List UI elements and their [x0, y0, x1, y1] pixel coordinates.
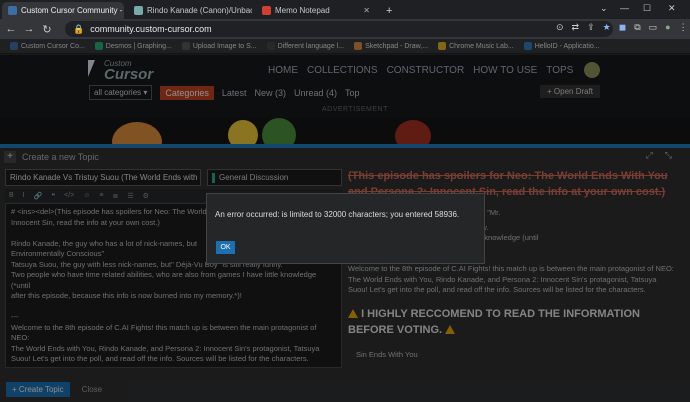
tab-favicon — [262, 6, 271, 15]
tab-favicon — [134, 6, 143, 15]
tab-custom-cursor[interactable]: Custom Cursor Community - Cr ✕ — [2, 2, 124, 19]
puzzle-icon[interactable]: ⧉ — [634, 22, 640, 33]
menu-icon[interactable]: ⋮ — [679, 22, 688, 33]
maximize-icon[interactable]: ☐ — [643, 3, 651, 14]
site-info-icon[interactable]: 🔒 — [73, 24, 84, 35]
tab-title: Rindo Kanade (Canon)/Unback — [147, 6, 252, 15]
minimize-icon[interactable]: — — [620, 3, 629, 13]
new-tab-button[interactable]: + — [380, 2, 396, 19]
extension-icon[interactable]: ◼ — [619, 22, 626, 33]
tab-favicon — [8, 6, 17, 15]
tab-title: Custom Cursor Community - Cr — [21, 6, 124, 15]
bookmark-star-icon[interactable]: ★ — [603, 22, 611, 33]
window-close-icon[interactable]: ✕ — [668, 3, 676, 14]
browser-toolbar: ← → ↻ 🔒 community.custom-cursor.com ⊙ ⇄ … — [0, 19, 690, 39]
close-tab-icon[interactable]: ✕ — [363, 6, 370, 15]
translate-icon[interactable]: ⇄ — [572, 22, 580, 33]
ok-button[interactable]: OK — [216, 241, 235, 254]
error-message: An error occurred: is limited to 32000 c… — [215, 210, 460, 219]
forward-icon[interactable]: → — [22, 23, 36, 35]
browser-tab-strip: Custom Cursor Community - Cr ✕ Rindo Kan… — [0, 0, 690, 19]
back-icon[interactable]: ← — [4, 23, 18, 35]
google-lens-icon[interactable]: ⊙ — [556, 22, 564, 33]
share-icon[interactable]: ⇪ — [587, 22, 595, 33]
tab-search-icon[interactable]: ⌄ — [600, 3, 608, 14]
url-text: community.custom-cursor.com — [90, 24, 212, 34]
tab-title: Memo Notepad — [275, 6, 330, 15]
reload-icon[interactable]: ↻ — [40, 23, 54, 36]
error-dialog: An error occurred: is limited to 32000 c… — [206, 193, 485, 264]
sidepanel-icon[interactable]: ▭ — [649, 22, 658, 33]
address-bar[interactable]: 🔒 community.custom-cursor.com — [65, 21, 613, 37]
profile-icon[interactable]: ● — [665, 22, 670, 33]
tab-rindo-kanade[interactable]: Rindo Kanade (Canon)/Unback ✕ — [128, 2, 252, 19]
toolbar-icons: ⊙ ⇄ ⇪ ★ ◼ ⧉ ▭ ● ⋮ — [556, 22, 688, 33]
tab-memo-notepad[interactable]: Memo Notepad ✕ — [256, 2, 376, 19]
